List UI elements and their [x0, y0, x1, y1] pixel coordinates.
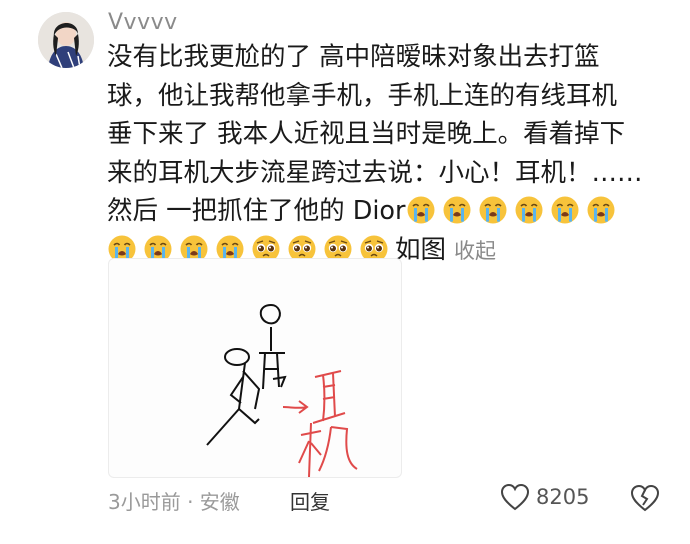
comment-text: 没有比我更尬的了 高中陪暧昧对象出去打篮 球，他让我帮他拿手机，手机上连的有线耳… [107, 38, 667, 269]
comment-line-6-text: 如图 [395, 234, 447, 265]
heart-icon [500, 483, 530, 511]
username[interactable]: Vvvvv [108, 10, 178, 35]
loudly-crying-face-icon [550, 195, 580, 225]
loudly-crying-face-icon [478, 195, 508, 225]
like-button[interactable]: 8205 [500, 483, 589, 511]
broken-heart-icon [630, 484, 660, 512]
comment-line-5-text: 然后 一把抓住了他的 Dior [107, 196, 406, 226]
comment-line-1: 没有比我更尬的了 高中陪暧昧对象出去打篮 [107, 42, 600, 72]
avatar[interactable] [38, 12, 94, 68]
loudly-crying-face-icon [406, 195, 436, 225]
comment-line-4: 来的耳机大步流星跨过去说：小心！耳机！…… [107, 157, 643, 188]
like-count: 8205 [536, 485, 590, 509]
comment-image[interactable] [108, 258, 402, 478]
reply-button[interactable]: 回复 [290, 486, 330, 515]
comment-line-3: 垂下来了 我本人近视且当时是晚上。看着掉下 [107, 119, 626, 149]
collapse-link[interactable]: 收起 [454, 239, 496, 263]
comment-line-2: 球，他让我帮他拿手机，手机上连的有线耳机 [107, 80, 618, 111]
loudly-crying-face-icon [514, 195, 544, 225]
comment-line-5: 然后 一把抓住了他的 Dior [107, 192, 667, 231]
loudly-crying-face-icon [586, 195, 616, 225]
comment-meta: 3小时前 · 安徽 [108, 490, 240, 514]
dislike-button[interactable] [630, 484, 660, 512]
loudly-crying-face-icon [442, 195, 472, 225]
stick-figure-drawing [206, 303, 358, 477]
